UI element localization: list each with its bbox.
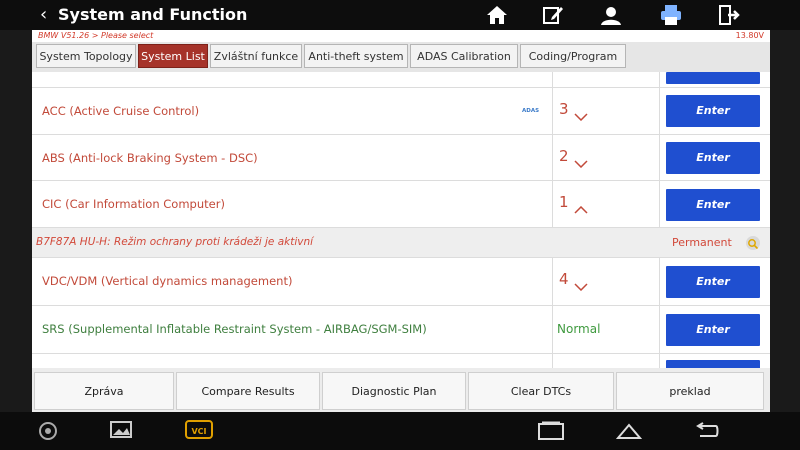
enter-button[interactable] [666, 72, 760, 84]
page-title: System and Function [58, 5, 248, 24]
fault-description: B7F87A HU-H: Režim ochrany proti krádeži… [36, 236, 314, 248]
screenshot-gallery-icon[interactable] [110, 420, 136, 440]
tab-coding-program[interactable]: Coding/Program [520, 44, 626, 68]
chrome-icon[interactable] [38, 421, 58, 441]
table-row[interactable]: VDC/VDM (Vertical dynamics management) 4… [32, 258, 770, 306]
tab-anti-theft[interactable]: Anti-theft system [304, 44, 408, 68]
status-cell: Normal [552, 306, 660, 353]
enter-button[interactable] [666, 360, 760, 368]
tab-adas-calibration[interactable]: ADAS Calibration [410, 44, 518, 68]
system-name: ACC (Active Cruise Control) [42, 104, 200, 118]
enter-button[interactable]: Enter [666, 266, 760, 298]
edit-icon[interactable] [540, 3, 566, 27]
main-screen: BMW V51.26 > Please select 13.80V System… [32, 30, 770, 412]
dtc-count-cell[interactable]: 2 [552, 135, 660, 180]
breadcrumb: BMW V51.26 > Please select [38, 31, 154, 40]
translate-button[interactable]: preklad [616, 372, 764, 410]
table-row[interactable]: ACC (Active Cruise Control) ADAS 3 Enter [32, 88, 770, 135]
compare-results-button[interactable]: Compare Results [176, 372, 320, 410]
enter-button[interactable]: Enter [666, 142, 760, 174]
chevron-down-icon[interactable] [574, 153, 588, 172]
table-row[interactable]: SRS (Supplemental Inflatable Restraint S… [32, 306, 770, 354]
adas-badge: ADAS [522, 108, 540, 114]
tab-bar: System Topology System List Zvláštní fun… [32, 42, 770, 72]
dtc-count: 2 [559, 147, 569, 165]
report-button[interactable]: Zpráva [34, 372, 174, 410]
status-normal: Normal [557, 322, 601, 336]
dtc-count: 1 [559, 193, 569, 211]
table-row[interactable]: CIC (Car Information Computer) 1 Enter [32, 181, 770, 228]
status-bar: BMW V51.26 > Please select 13.80V [32, 30, 770, 42]
dtc-count: 3 [559, 100, 569, 118]
system-name: CIC (Car Information Computer) [42, 197, 225, 211]
system-name: SRS (Supplemental Inflatable Restraint S… [42, 322, 427, 336]
enter-button[interactable]: Enter [666, 189, 760, 221]
battery-voltage: 13.80V [735, 31, 764, 40]
chevron-down-icon[interactable] [574, 276, 588, 295]
tab-system-list[interactable]: System List [138, 44, 208, 68]
recent-apps-icon[interactable] [536, 421, 566, 441]
dtc-count-cell[interactable]: 3 [552, 88, 660, 134]
enter-button[interactable]: Enter [666, 95, 760, 127]
fault-status: Permanent [672, 236, 732, 249]
system-name: VDC/VDM (Vertical dynamics management) [42, 274, 293, 288]
table-row[interactable]: ABS (Anti-lock Braking System - DSC) 2 E… [32, 135, 770, 181]
diagnostic-plan-button[interactable]: Diagnostic Plan [322, 372, 466, 410]
android-nav-bar: VCI [0, 412, 800, 450]
user-icon[interactable] [598, 3, 624, 27]
vci-icon[interactable]: VCI [184, 418, 214, 442]
title-bar: ‹ System and Function [0, 0, 800, 30]
tab-special-functions[interactable]: Zvláštní funkce [210, 44, 302, 68]
back-nav-icon[interactable] [694, 422, 720, 440]
fault-code-row[interactable]: B7F87A HU-H: Režim ochrany proti krádeži… [32, 228, 770, 258]
home-nav-icon[interactable] [616, 422, 642, 440]
home-icon[interactable] [484, 3, 510, 27]
system-list: ACC (Active Cruise Control) ADAS 3 Enter… [32, 72, 770, 368]
search-icon[interactable] [746, 236, 760, 250]
tab-system-topology[interactable]: System Topology [36, 44, 136, 68]
clear-dtcs-button[interactable]: Clear DTCs [468, 372, 614, 410]
table-row [32, 354, 770, 368]
table-row [32, 72, 770, 88]
print-icon[interactable] [658, 3, 684, 27]
bottom-action-bar: Zpráva Compare Results Diagnostic Plan C… [32, 368, 770, 412]
dtc-count-cell[interactable]: 4 [552, 258, 660, 305]
system-name: ABS (Anti-lock Braking System - DSC) [42, 151, 258, 165]
enter-button[interactable]: Enter [666, 314, 760, 346]
exit-icon[interactable] [716, 3, 742, 27]
chevron-up-icon[interactable] [574, 199, 588, 218]
vci-label: VCI [191, 427, 206, 436]
back-button[interactable]: ‹ [40, 4, 47, 26]
dtc-count: 4 [559, 270, 569, 288]
dtc-count-cell[interactable]: 1 [552, 181, 660, 227]
chevron-down-icon[interactable] [574, 106, 588, 125]
